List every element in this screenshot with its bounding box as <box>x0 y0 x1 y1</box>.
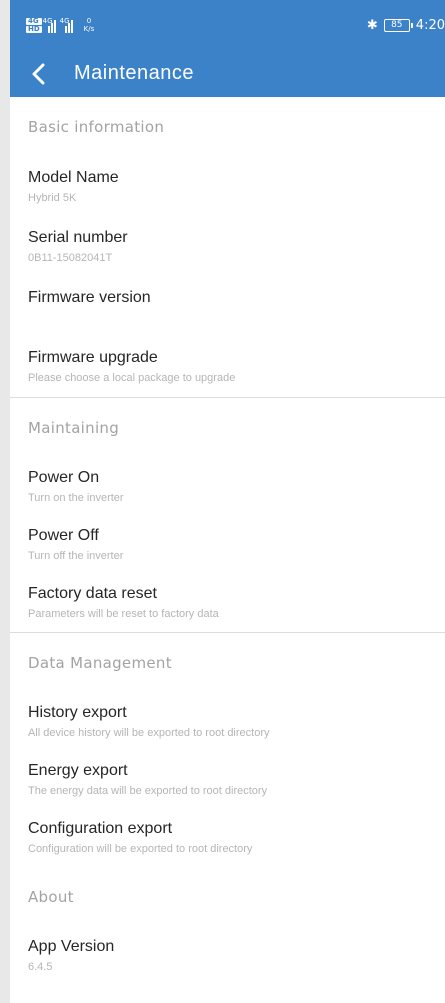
section-header: Maintaining <box>28 419 120 437</box>
item-title: Serial number <box>28 229 128 246</box>
battery-icon: 85 <box>383 18 413 32</box>
section-basic-information: Basic information Model Name Hybrid 5K S… <box>10 97 445 397</box>
power-off-item[interactable]: Power Off Turn off the inverter <box>10 516 445 574</box>
firmware-upgrade-item[interactable]: Firmware upgrade Please choose a local p… <box>10 337 445 397</box>
item-title: Power On <box>28 469 100 486</box>
item-subtitle: Parameters will be reset to factory data <box>28 608 219 620</box>
app-bar: Maintenance <box>10 50 445 97</box>
section-header: Data Management <box>28 654 172 672</box>
serial-number-item: Serial number 0B11-15082041T <box>10 217 445 277</box>
section-about: About App Version 6.4.5 <box>10 867 445 985</box>
item-subtitle: Configuration will be exported to root d… <box>28 843 253 855</box>
item-subtitle: Please choose a local package to upgrade <box>28 372 236 384</box>
section-data-management: Data Management History export All devic… <box>10 632 445 867</box>
item-title: Configuration export <box>28 820 173 837</box>
sim-badges: 4G HD <box>26 17 42 33</box>
factory-data-reset-item[interactable]: Factory data reset Parameters will be re… <box>10 574 445 632</box>
item-value: 0B11-15082041T <box>28 252 113 264</box>
status-bar: 4G HD 4G 4G 0 K/s ✱ 85 4:20 <box>10 0 445 50</box>
phone-screen: 4G HD 4G 4G 0 K/s ✱ 85 4:20 Maintenance … <box>0 0 445 1003</box>
section-maintaining: Maintaining Power On Turn on the inverte… <box>10 397 445 632</box>
item-title: Factory data reset <box>28 585 157 602</box>
network-speed: 0 K/s <box>84 17 95 33</box>
item-subtitle: The energy data will be exported to root… <box>28 785 268 797</box>
item-value <box>28 312 445 325</box>
history-export-item[interactable]: History export All device history will b… <box>10 693 445 751</box>
section-header: Basic information <box>28 118 165 136</box>
signal2-label: 4G <box>59 17 70 25</box>
signal-strength-icon: 4G <box>43 17 59 33</box>
signal1-label: 4G <box>42 17 53 25</box>
status-left: 4G HD 4G 4G 0 K/s <box>26 0 94 50</box>
item-title: Energy export <box>28 762 128 779</box>
item-title: App Version <box>28 938 115 955</box>
section-header: About <box>28 888 74 906</box>
configuration-export-item[interactable]: Configuration export Configuration will … <box>10 809 445 867</box>
page-title: Maintenance <box>74 62 195 84</box>
network-speed-unit: K/s <box>83 25 95 33</box>
energy-export-item[interactable]: Energy export The energy data will be ex… <box>10 751 445 809</box>
chevron-left-icon <box>32 63 45 84</box>
item-value: 6.4.5 <box>28 961 53 973</box>
item-title: Model Name <box>28 169 119 186</box>
sim1-badge: 4G <box>26 17 42 25</box>
network-speed-value: 0 <box>86 17 92 25</box>
power-on-item[interactable]: Power On Turn on the inverter <box>10 458 445 516</box>
settings-list: Basic information Model Name Hybrid 5K S… <box>10 97 445 1003</box>
back-button[interactable] <box>10 50 66 97</box>
app-version-item: App Version 6.4.5 <box>10 927 445 985</box>
item-subtitle: Turn off the inverter <box>28 550 124 562</box>
signal-strength-icon-2: 4G <box>60 17 76 33</box>
item-title: Firmware upgrade <box>28 349 158 366</box>
model-name-item: Model Name Hybrid 5K <box>10 157 445 217</box>
item-value: Hybrid 5K <box>28 192 77 204</box>
item-subtitle: All device history will be exported to r… <box>28 727 270 739</box>
sim2-badge: HD <box>26 24 42 33</box>
item-title: Firmware version <box>28 289 151 306</box>
firmware-version-item: Firmware version <box>10 277 445 337</box>
battery-level: 85 <box>391 19 403 30</box>
item-subtitle: Turn on the inverter <box>28 492 124 504</box>
status-time: 4:20 <box>415 17 445 33</box>
item-title: History export <box>28 704 127 721</box>
bluetooth-icon: ✱ <box>366 17 378 33</box>
item-title: Power Off <box>28 527 99 544</box>
status-right: ✱ 85 4:20 <box>367 18 445 33</box>
